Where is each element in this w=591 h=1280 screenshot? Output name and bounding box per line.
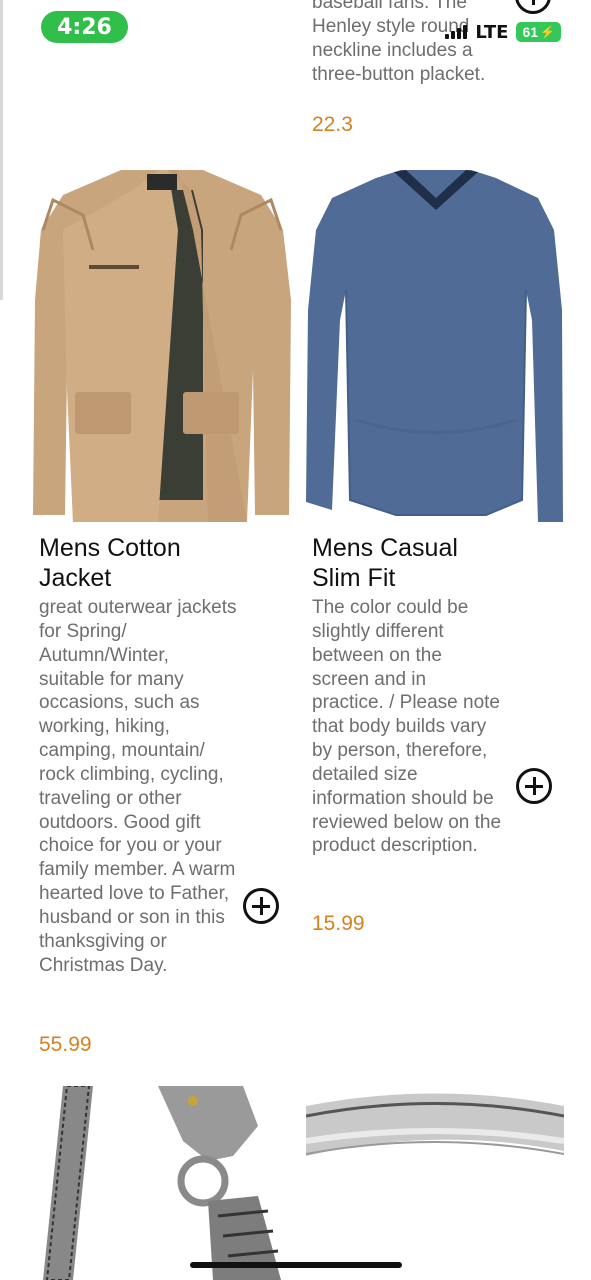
scroll-edge (0, 0, 3, 300)
add-to-cart-icon[interactable] (516, 768, 552, 804)
add-to-cart-icon[interactable] (515, 0, 551, 14)
signal-icon (445, 25, 468, 39)
status-indicators: LTE 61 ⚡ (445, 20, 561, 44)
product-image-bangle[interactable] (306, 1086, 564, 1280)
charging-bolt-icon: ⚡ (540, 25, 555, 39)
battery-level: 61 (522, 24, 539, 40)
previous-product-price: 22.3 (312, 113, 353, 136)
product-image-bracelet[interactable] (33, 1086, 291, 1280)
product-title[interactable]: Mens Cotton Jacket (39, 533, 209, 593)
product-list-screen: baseball fans. The Henley style round ne… (0, 0, 591, 1280)
battery-icon: 61 ⚡ (516, 22, 561, 42)
product-description: The color could be slightly different be… (312, 597, 502, 857)
product-price: 15.99 (312, 912, 365, 935)
product-image-shirt[interactable] (306, 170, 564, 522)
product-description: great outerwear jackets for Spring/ Autu… (39, 597, 237, 976)
product-title[interactable]: Mens Casual Slim Fit (312, 533, 482, 593)
add-to-cart-icon[interactable] (243, 888, 279, 924)
network-type: LTE (475, 21, 509, 43)
home-indicator[interactable] (190, 1262, 402, 1268)
product-price: 55.99 (39, 1033, 92, 1056)
product-image-jacket[interactable] (33, 170, 291, 522)
status-time: 4:26 (41, 11, 128, 43)
